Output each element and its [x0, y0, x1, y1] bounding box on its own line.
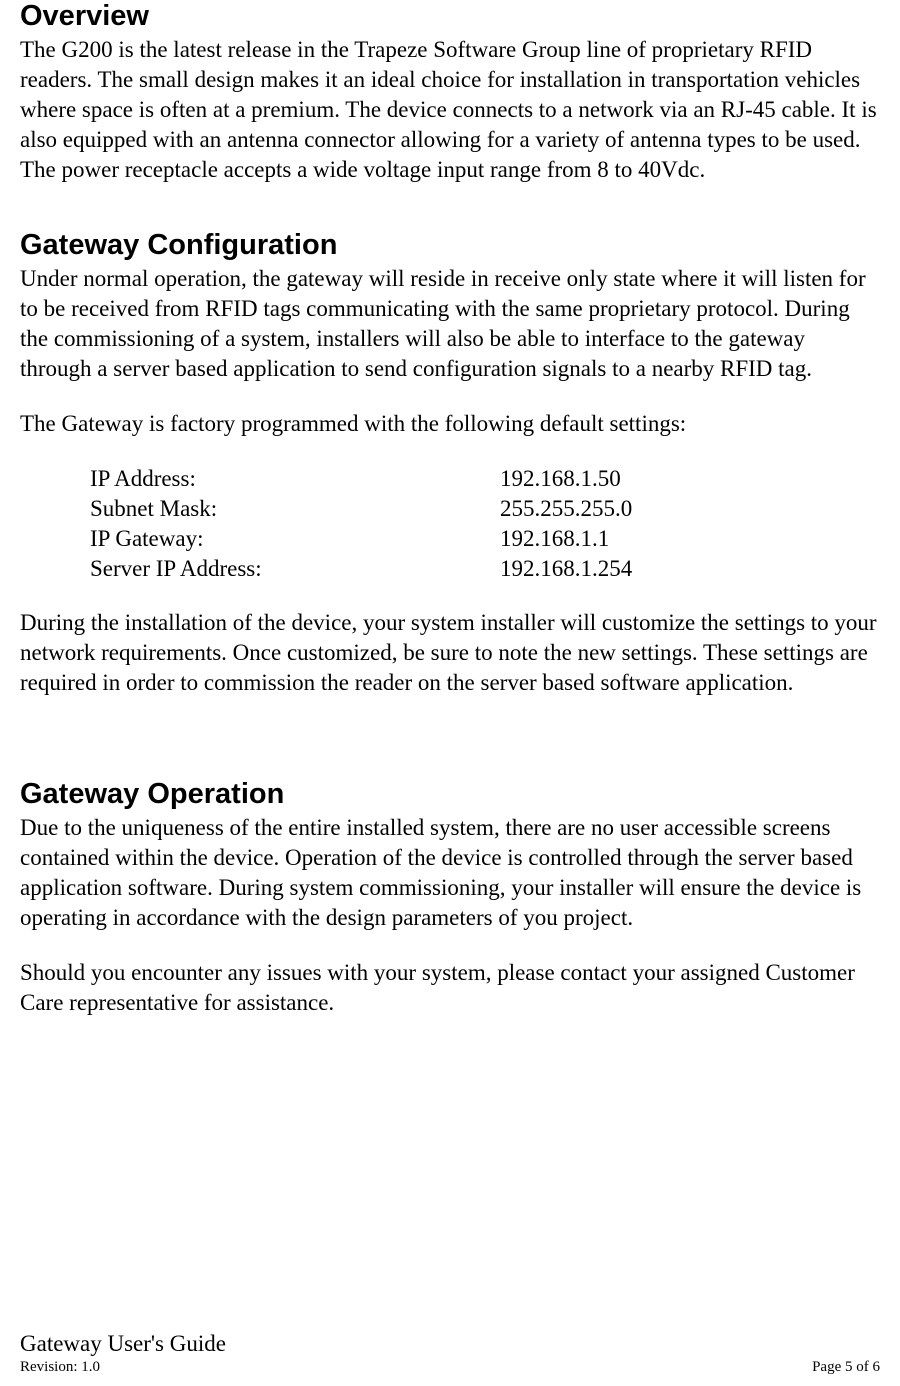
footer-page-number: Page 5 of 6 — [812, 1359, 880, 1376]
operation-paragraph-1: Due to the uniqueness of the entire inst… — [20, 813, 880, 933]
overview-heading: Overview — [20, 0, 880, 33]
settings-row: IP Address: 192.168.1.50 — [90, 464, 880, 494]
operation-section: Gateway Operation Due to the uniqueness … — [20, 778, 880, 1017]
config-heading: Gateway Configuration — [20, 229, 880, 262]
overview-paragraph: The G200 is the latest release in the Tr… — [20, 35, 880, 184]
settings-row: IP Gateway: 192.168.1.1 — [90, 524, 880, 554]
settings-table: IP Address: 192.168.1.50 Subnet Mask: 25… — [90, 464, 880, 584]
settings-label: Server IP Address: — [90, 554, 500, 584]
settings-label: IP Address: — [90, 464, 500, 494]
operation-heading: Gateway Operation — [20, 778, 880, 811]
settings-value: 192.168.1.1 — [500, 524, 609, 554]
config-paragraph-3: During the installation of the device, y… — [20, 608, 880, 698]
overview-section: Overview The G200 is the latest release … — [20, 0, 880, 184]
config-section: Gateway Configuration Under normal opera… — [20, 229, 880, 698]
page-footer: Gateway User's Guide Revision: 1.0 Page … — [20, 1330, 880, 1376]
operation-paragraph-2: Should you encounter any issues with you… — [20, 958, 880, 1018]
footer-left: Gateway User's Guide Revision: 1.0 — [20, 1330, 226, 1376]
settings-row: Subnet Mask: 255.255.255.0 — [90, 494, 880, 524]
config-paragraph-2: The Gateway is factory programmed with t… — [20, 409, 880, 439]
settings-label: Subnet Mask: — [90, 494, 500, 524]
settings-value: 255.255.255.0 — [500, 494, 632, 524]
settings-row: Server IP Address: 192.168.1.254 — [90, 554, 880, 584]
config-paragraph-1: Under normal operation, the gateway will… — [20, 264, 880, 384]
settings-label: IP Gateway: — [90, 524, 500, 554]
settings-value: 192.168.1.254 — [500, 554, 632, 584]
footer-revision: Revision: 1.0 — [20, 1358, 226, 1376]
settings-value: 192.168.1.50 — [500, 464, 621, 494]
footer-title: Gateway User's Guide — [20, 1330, 226, 1358]
